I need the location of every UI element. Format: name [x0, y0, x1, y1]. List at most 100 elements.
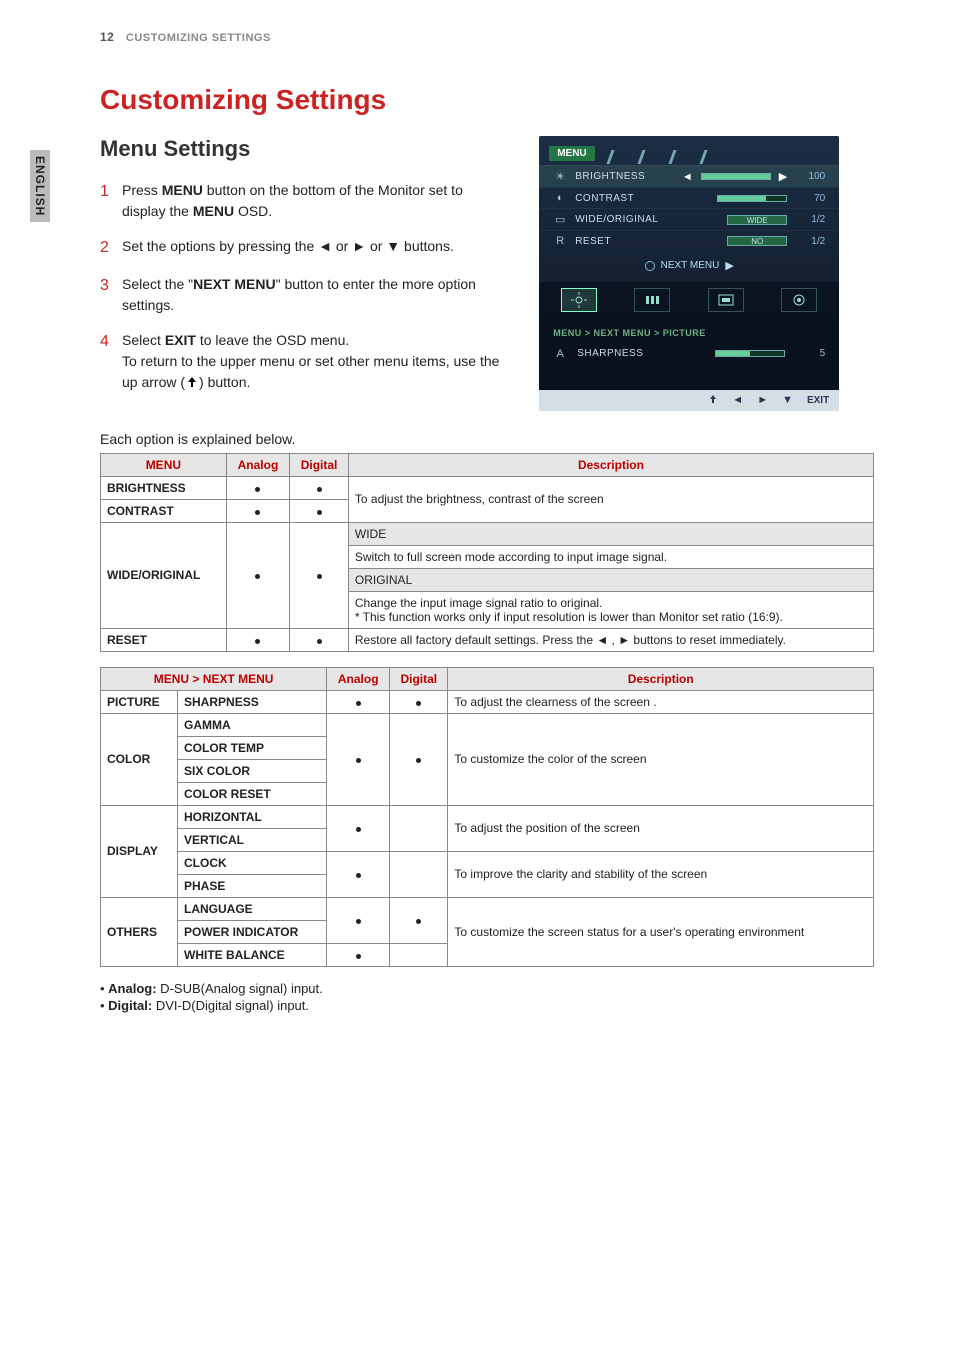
step-text: Select	[122, 332, 165, 348]
cell-submenu: WHITE BALANCE	[178, 943, 327, 966]
table-row: MENU > NEXT MENU Analog Digital Descript…	[101, 667, 874, 690]
osd-row-icon: ▭	[553, 213, 567, 226]
sun-icon	[571, 292, 587, 308]
osd-tab-picture	[561, 288, 597, 312]
osd-mode-indicator: WIDE	[727, 215, 787, 225]
cell-submenu: SHARPNESS	[178, 690, 327, 713]
dot-icon	[317, 487, 322, 492]
cell-desc: To improve the clarity and stability of …	[448, 851, 874, 897]
osd-exit-label: EXIT	[807, 395, 829, 406]
osd-next-menu-label: NEXT MENU	[661, 260, 720, 271]
step-text: Set the options by pressing the ◄ or ► o…	[122, 236, 509, 260]
table-intro-text: Each option is explained below.	[100, 431, 874, 447]
osd-value: 1/2	[795, 214, 825, 225]
osd-decoration	[609, 150, 705, 164]
cell-analog	[226, 628, 289, 651]
step-number: 1	[100, 180, 122, 222]
step-3: 3 Select the "NEXT MENU" button to enter…	[100, 274, 509, 316]
dot-icon	[356, 701, 361, 706]
cell-digital	[390, 805, 448, 851]
table-row: OTHERS LANGUAGE To customize the screen …	[101, 897, 874, 920]
step-number: 3	[100, 274, 122, 316]
table-row: CLOCK To improve the clarity and stabili…	[101, 851, 874, 874]
osd-row: ◐CONTRAST70	[539, 187, 839, 208]
step-text: ) button.	[199, 374, 250, 390]
step-text: to leave the OSD menu.	[196, 332, 349, 348]
osd-slider	[701, 173, 771, 180]
cell-menu: RESET	[101, 628, 227, 651]
cell-analog	[226, 522, 289, 628]
osd-row: ▭ WIDE/ORIGINAL WIDE 1/2	[539, 208, 839, 230]
bars-icon	[644, 294, 660, 306]
cell-menu: WIDE/ORIGINAL	[101, 522, 227, 628]
osd-row-label: BRIGHTNESS	[575, 171, 674, 182]
osd-row-icon: ☀	[553, 170, 567, 183]
osd-mode-indicator: NO	[727, 236, 787, 246]
cell-submenu: VERTICAL	[178, 828, 327, 851]
table-header: Description	[348, 453, 873, 476]
cell-analog	[226, 499, 289, 522]
dot-icon	[356, 827, 361, 832]
osd-slider	[717, 195, 787, 202]
up-arrow-icon	[185, 374, 199, 395]
osd-tab-color	[634, 288, 670, 312]
step-text: OSD.	[234, 203, 272, 219]
cell-analog	[327, 851, 390, 897]
osd-next-menu-row: NEXT MENU▶	[539, 251, 839, 282]
dot-icon	[356, 758, 361, 763]
osd-row-icon: ◐	[553, 192, 567, 204]
cell-menu: PICTURE	[101, 690, 178, 713]
dot-icon	[356, 873, 361, 878]
footnote-analog: Analog: D-SUB(Analog signal) input.	[100, 981, 874, 996]
table-row: COLOR GAMMA To customize the color of th…	[101, 713, 874, 736]
dot-icon	[356, 919, 361, 924]
cell-analog	[327, 713, 390, 805]
table-row: WIDE/ORIGINAL WIDE	[101, 522, 874, 545]
osd-breadcrumb: MENU > NEXT MENU > PICTURE	[553, 328, 825, 338]
table-header: Description	[448, 667, 874, 690]
step-text: MENU	[162, 182, 203, 198]
osd-sub-row: A SHARPNESS 5	[553, 348, 825, 360]
cell-menu: OTHERS	[101, 897, 178, 966]
footnote-text: DVI-D(Digital signal) input.	[152, 998, 309, 1013]
cell-menu: BRIGHTNESS	[101, 476, 227, 499]
chevron-right-icon: ▶	[779, 170, 787, 183]
step-text: EXIT	[165, 332, 196, 348]
cell-analog	[327, 943, 390, 966]
table-row: RESET Restore all factory default settin…	[101, 628, 874, 651]
step-text: Press	[122, 182, 162, 198]
dot-icon	[255, 639, 260, 644]
table-header: MENU	[101, 453, 227, 476]
osd-panel: MENU ☀BRIGHTNESS◄▶100◐CONTRAST70▭WIDE/OR…	[539, 136, 839, 411]
cell-desc: To customize the color of the screen	[448, 713, 874, 805]
osd-row-label: RESET	[575, 236, 719, 247]
osd-footer: ◄ ► ▼ EXIT	[539, 390, 839, 411]
osd-value: 5	[795, 348, 825, 359]
cell-desc: Switch to full screen mode according to …	[348, 545, 873, 568]
step-text: To return to the upper menu or set other…	[122, 353, 499, 390]
osd-row-label: WIDE/ORIGINAL	[575, 214, 719, 225]
chevron-left-icon: ◄	[682, 171, 693, 183]
cell-submenu: PHASE	[178, 874, 327, 897]
cell-subheader: ORIGINAL	[348, 568, 873, 591]
osd-tab-bar	[539, 282, 839, 318]
header-section: CUSTOMIZING SETTINGS	[126, 32, 271, 44]
screen-icon	[718, 294, 734, 306]
next-menu-table: MENU > NEXT MENU Analog Digital Descript…	[100, 667, 874, 967]
cell-analog	[226, 476, 289, 499]
cell-menu: COLOR	[101, 713, 178, 805]
page-header: 12 CUSTOMIZING SETTINGS	[100, 30, 874, 44]
table-header: Analog	[327, 667, 390, 690]
cell-submenu: COLOR TEMP	[178, 736, 327, 759]
cell-submenu: CLOCK	[178, 851, 327, 874]
step-number: 4	[100, 330, 122, 393]
table-row: PICTURE SHARPNESS To adjust the clearnes…	[101, 690, 874, 713]
footnotes: Analog: D-SUB(Analog signal) input. Digi…	[100, 981, 874, 1013]
up-arrow-icon	[708, 394, 718, 407]
osd-tab-display	[708, 288, 744, 312]
cell-desc: To adjust the position of the screen	[448, 805, 874, 851]
step-number: 2	[100, 236, 122, 260]
dot-icon	[255, 574, 260, 579]
cell-desc-line: Change the input image signal ratio to o…	[355, 596, 603, 610]
dot-icon	[356, 954, 361, 959]
